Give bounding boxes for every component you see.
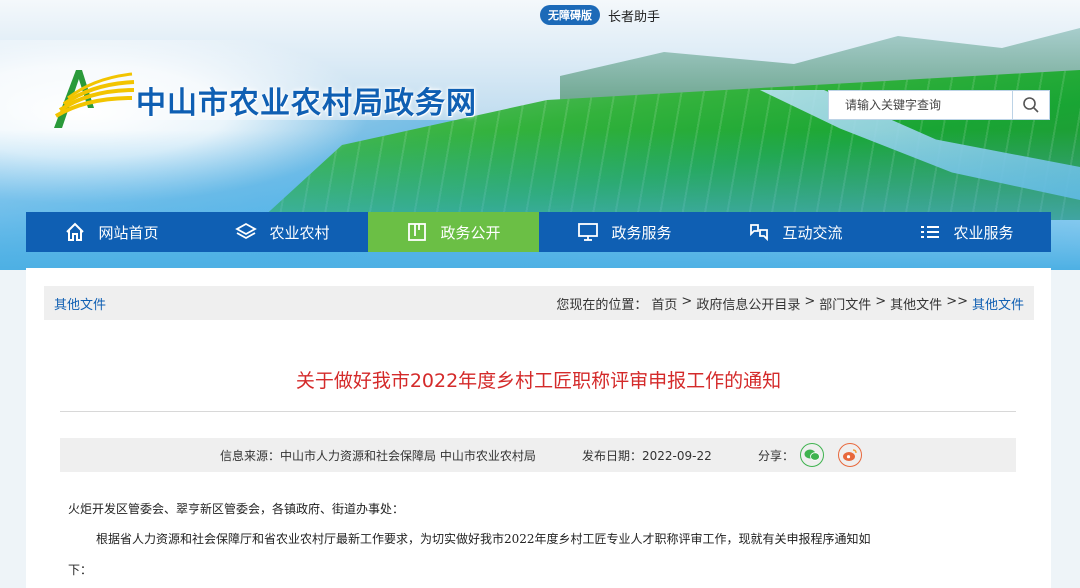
chat-icon (750, 224, 769, 242)
section-name[interactable]: 其他文件 (54, 294, 106, 313)
nav-label: 农业农村 (269, 223, 330, 242)
main-nav: 网站首页 农业农村 政务公开 政务服务 互动交流 农业服务 (26, 212, 1051, 252)
site-logo-icon (54, 70, 135, 128)
nav-item-services[interactable]: 政务服务 (539, 212, 710, 252)
layers-icon (235, 222, 258, 240)
title-divider (60, 411, 1016, 412)
share-wechat-button[interactable] (800, 443, 825, 467)
nav-item-agriculture[interactable]: 农业农村 (197, 212, 368, 252)
nav-item-interaction[interactable]: 互动交流 (710, 212, 881, 252)
breadcrumb-separator: > (875, 293, 887, 309)
nav-item-agri-services[interactable]: 农业服务 (881, 212, 1052, 252)
article-paragraph: 根据省人力资源和社会保障厅和省农业农村厅最新工作要求，为切实做好我市2022年度… (96, 532, 871, 546)
content-card: 其他文件 您现在的位置： 首页 > 政府信息公开目录 > 部门文件 > 其他文件… (26, 268, 1051, 588)
elder-assist-link[interactable]: 长者助手 (608, 6, 660, 25)
article-title: 关于做好我市2022年度乡村工匠职称评审申报工作的通知 (295, 370, 782, 392)
breadcrumb-link-dept-docs[interactable]: 部门文件 (819, 294, 871, 313)
article-source: 信息来源：中山市人力资源和社会保障局 中山市农业农村局 (220, 448, 536, 463)
nav-item-home[interactable]: 网站首页 (26, 212, 197, 252)
search-box (828, 90, 1050, 120)
article-paragraph: 火炬开发区管委会、翠亨新区管委会，各镇政府、街道办事处： (68, 502, 405, 516)
breadcrumb: 您现在的位置： 首页 > 政府信息公开目录 > 部门文件 > 其他文件 >> 其… (556, 294, 1024, 313)
nav-label: 网站首页 (98, 223, 159, 242)
wechat-icon (804, 449, 820, 461)
site-title: 中山市农业农村局政务网 (136, 86, 477, 121)
nav-label: 政务服务 (611, 223, 672, 242)
list-icon (921, 226, 940, 238)
breadcrumb-separator: >> (946, 293, 968, 309)
search-icon (1023, 97, 1039, 113)
search-button[interactable] (1012, 91, 1049, 119)
top-utility-bar: 无障碍版 长者助手 (540, 5, 660, 25)
monitor-icon (578, 223, 599, 241)
share-group: 分享： (758, 443, 863, 467)
accessibility-link[interactable]: 无障碍版 (540, 5, 600, 25)
breadcrumb-current[interactable]: 其他文件 (972, 294, 1024, 313)
book-icon (408, 223, 427, 241)
article-paragraph: 下： (68, 563, 93, 577)
share-label: 分享： (758, 448, 795, 463)
breadcrumb-link-other-docs[interactable]: 其他文件 (890, 294, 942, 313)
nav-item-open-government[interactable]: 政务公开 (368, 212, 539, 252)
nav-label: 政务公开 (440, 223, 501, 242)
breadcrumb-bar: 其他文件 您现在的位置： 首页 > 政府信息公开目录 > 部门文件 > 其他文件… (44, 286, 1034, 320)
breadcrumb-link-home[interactable]: 首页 (651, 294, 677, 313)
breadcrumb-separator: > (681, 293, 693, 309)
breadcrumb-separator: > (804, 293, 816, 309)
share-weibo-button[interactable] (838, 443, 863, 467)
breadcrumb-prefix: 您现在的位置： (556, 297, 648, 313)
search-input[interactable] (829, 91, 1015, 119)
weibo-icon (843, 449, 857, 461)
nav-label: 互动交流 (782, 223, 843, 242)
article-date: 发布日期：2022-09-22 (582, 448, 712, 463)
breadcrumb-link-catalog[interactable]: 政府信息公开目录 (696, 294, 800, 313)
article-meta-bar: 信息来源：中山市人力资源和社会保障局 中山市农业农村局 发布日期：2022-09… (60, 438, 1016, 472)
home-icon (66, 222, 85, 241)
nav-label: 农业服务 (953, 223, 1014, 242)
